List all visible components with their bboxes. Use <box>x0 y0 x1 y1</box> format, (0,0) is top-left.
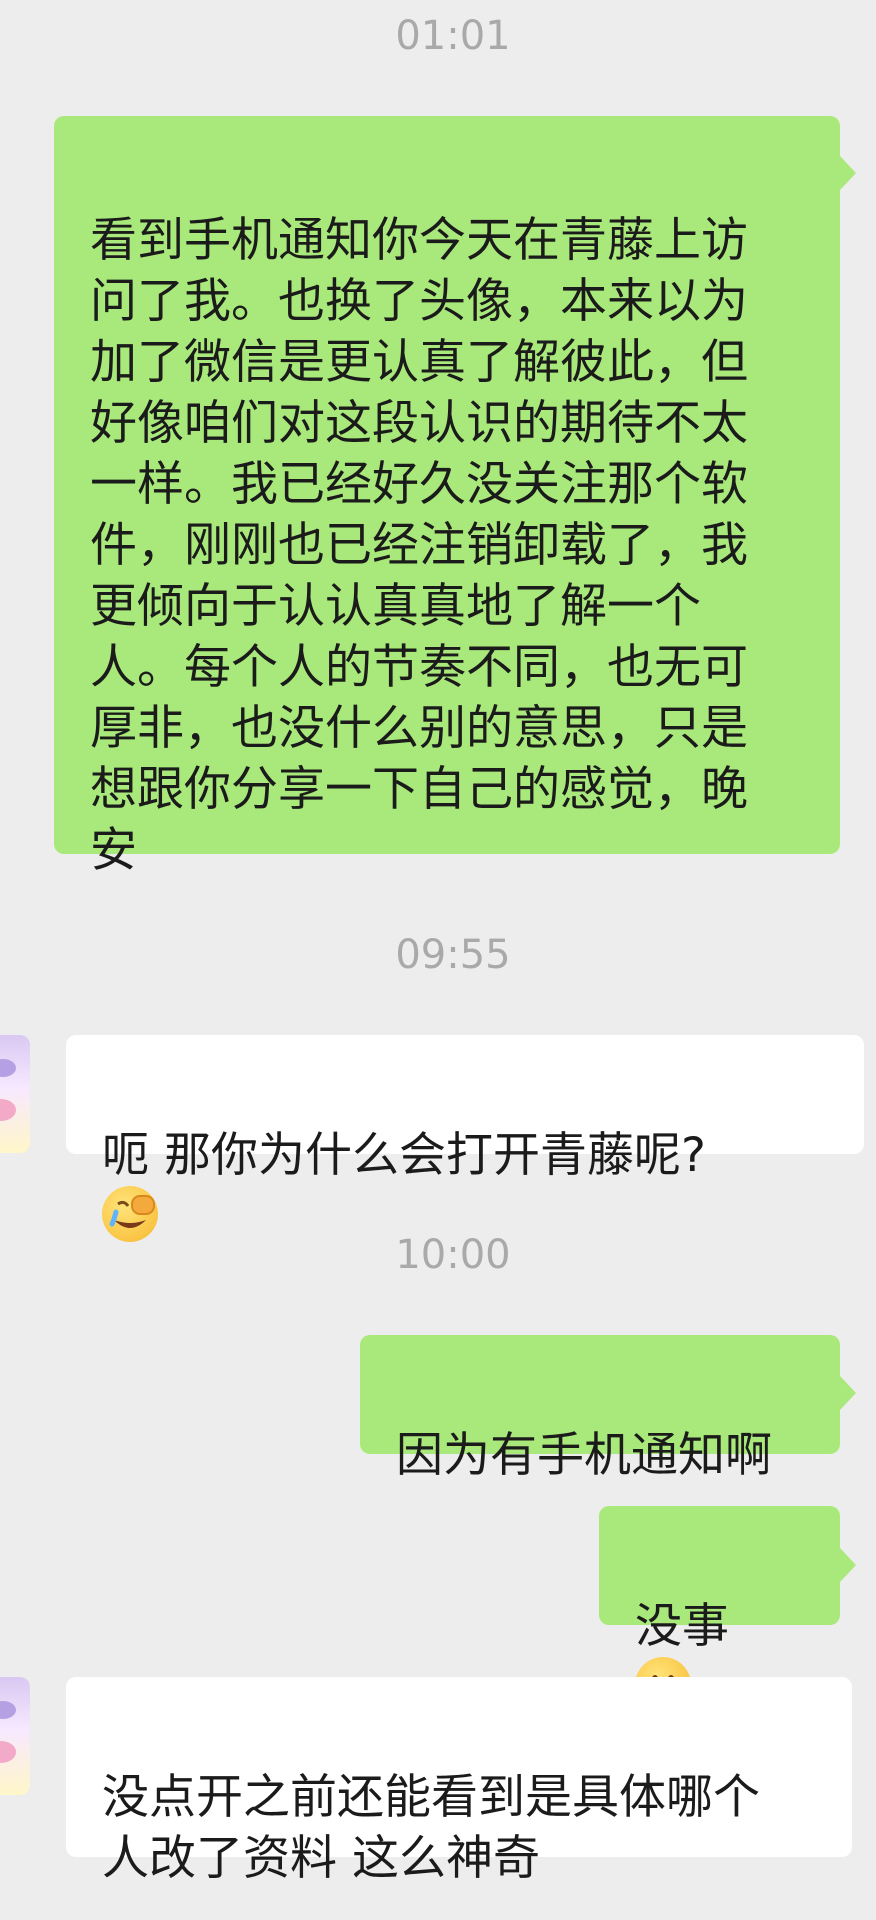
timestamp: 01:01 <box>395 13 511 59</box>
message-bubble-sent[interactable]: 因为有手机通知啊 <box>360 1335 840 1483</box>
bubble-tail <box>840 156 856 190</box>
message-text: 因为有手机通知啊 <box>396 1428 772 1483</box>
avatar-pattern <box>0 1059 16 1077</box>
bubble-tail <box>840 1548 856 1582</box>
avatar-pattern <box>0 1741 16 1763</box>
bubble-tail <box>840 1376 856 1410</box>
message-bubble-sent[interactable]: 看到手机通知你今天在青藤上访 问了我。也换了头像，本来以为 加了微信是更认真了解… <box>54 116 840 878</box>
message-text: 没点开之前还能看到是具体哪个 人改了资料 这么神奇 <box>102 1770 760 1886</box>
message-text: 没事 <box>635 1599 729 1654</box>
message-bubble-received[interactable]: 呃 那你为什么会打开青藤呢? <box>66 1035 864 1242</box>
message-bubble-received[interactable]: 没点开之前还能看到是具体哪个 人改了资料 这么神奇 <box>66 1677 852 1886</box>
message-bubble-sent[interactable]: 没事 <box>599 1506 840 1713</box>
timestamp: 09:55 <box>395 932 511 978</box>
avatar-pattern <box>0 1701 16 1719</box>
contact-avatar[interactable] <box>0 1035 30 1153</box>
message-text: 看到手机通知你今天在青藤上访 问了我。也换了头像，本来以为 加了微信是更认真了解… <box>90 213 748 878</box>
message-text: 呃 那你为什么会打开青藤呢? <box>102 1128 706 1183</box>
avatar-pattern <box>0 1099 16 1121</box>
timestamp: 10:00 <box>395 1232 511 1278</box>
contact-avatar[interactable] <box>0 1677 30 1795</box>
